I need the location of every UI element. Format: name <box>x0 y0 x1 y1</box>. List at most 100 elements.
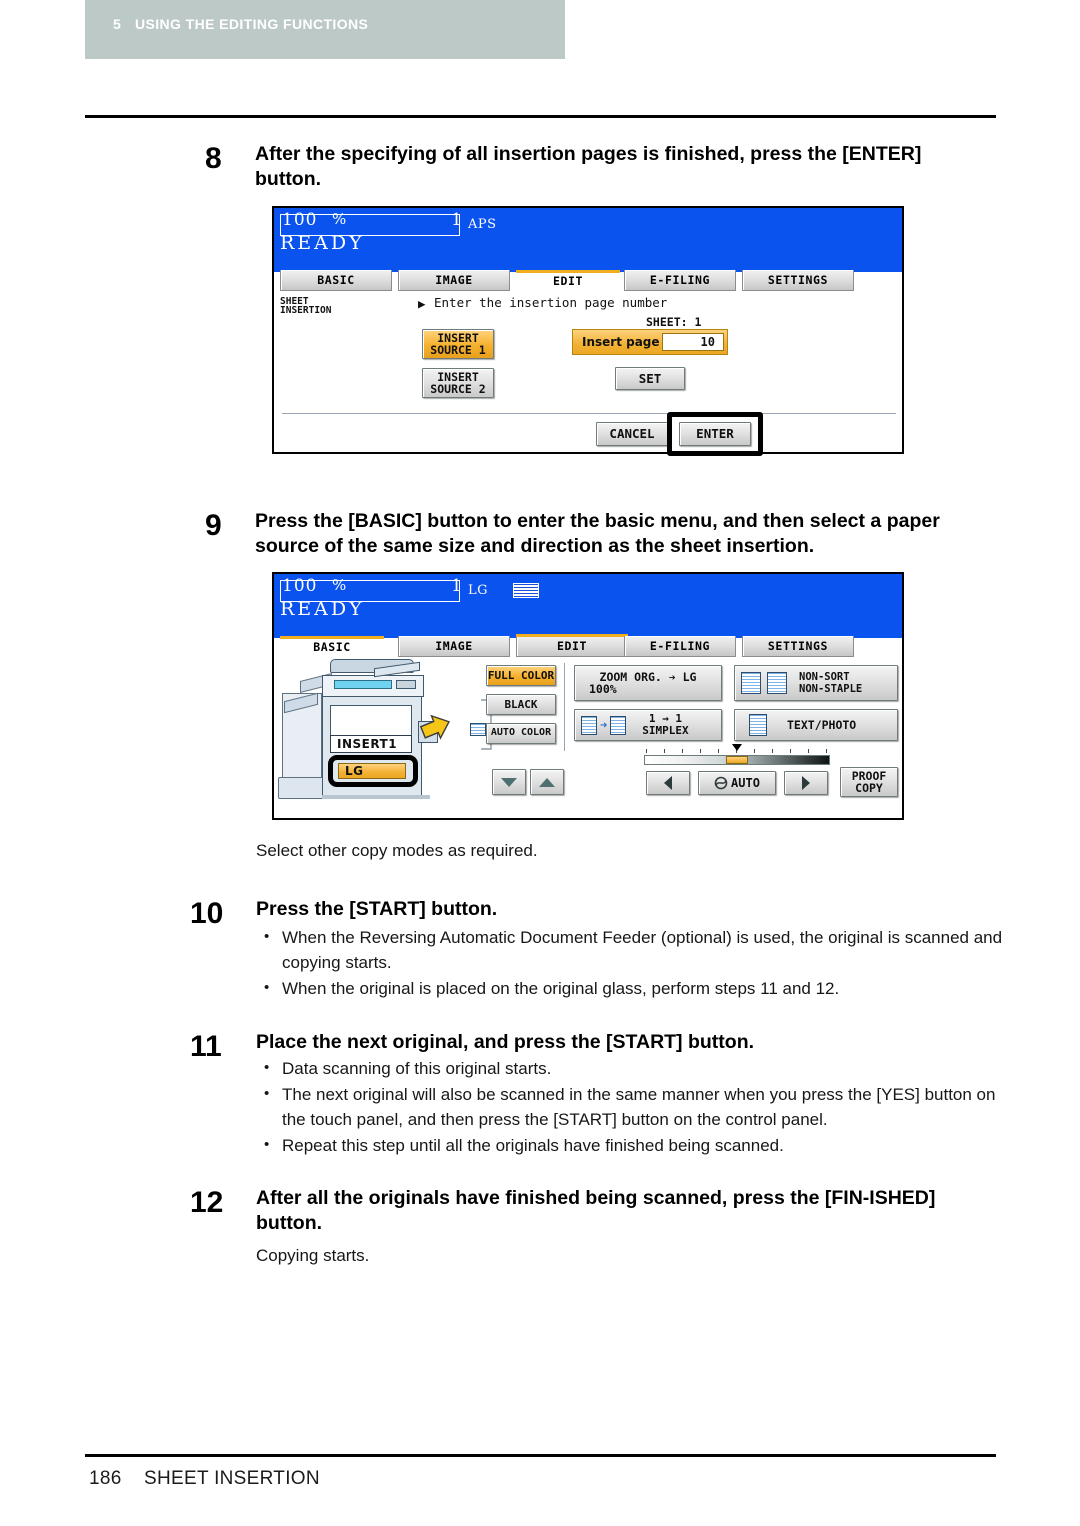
drawer-insert1-label: INSERT1 <box>330 735 412 753</box>
touch-panel-basic[interactable]: 100 % 1 LG READY BASIC IMAGE EDIT E-FILI… <box>272 572 904 820</box>
zoom-button-value: 100% <box>589 682 617 696</box>
chevron-down-icon <box>501 777 517 787</box>
tab-edit-2-label: EDIT <box>556 639 588 653</box>
tab-efiling[interactable]: E-FILING <box>624 270 736 291</box>
edit-divider <box>282 413 896 414</box>
basic-copy-count: 1 <box>451 576 462 596</box>
tab-basic-accent <box>280 636 384 639</box>
header-rule <box>85 115 996 118</box>
insert-source-1-button[interactable]: INSERT SOURCE 1 <box>422 329 494 359</box>
duplex-button[interactable]: ➜ 1 → 1 SIMPLEX <box>574 709 722 741</box>
exposure-increase-button[interactable] <box>784 771 828 795</box>
control-panel-strip <box>334 680 392 689</box>
arrow-left-icon <box>664 776 672 790</box>
tab-settings[interactable]: SETTINGS <box>742 270 854 291</box>
basic-ratio-percent: % <box>332 576 347 594</box>
step-11-number: 11 <box>190 1030 222 1063</box>
list-item: When the Reversing Automatic Document Fe… <box>256 924 1004 975</box>
chevron-up-icon <box>539 777 555 787</box>
exposure-knob[interactable] <box>726 756 748 764</box>
step-12-heading: After all the originals have finished be… <box>256 1187 936 1234</box>
cancel-button[interactable]: CANCEL <box>596 422 668 446</box>
exposure-decrease-button[interactable] <box>646 771 690 795</box>
exposure-slider[interactable] <box>644 744 830 769</box>
insert-page-value[interactable]: 10 <box>662 333 724 351</box>
full-color-button[interactable]: FULL COLOR <box>486 665 556 686</box>
tab-settings-2[interactable]: SETTINGS <box>742 636 854 657</box>
list-item: Repeat this step until all the originals… <box>256 1132 1008 1158</box>
duplex-arrow-icon: ➜ <box>600 717 608 732</box>
edit-copy-count: 1 <box>451 210 462 230</box>
list-item: The next original will also be scanned i… <box>256 1081 1008 1132</box>
list-item: Data scanning of this original starts. <box>256 1055 1008 1081</box>
tab-basic-label: BASIC <box>317 273 355 287</box>
simplex-source-page-icon <box>581 715 597 735</box>
edit-ratio-value: 100 <box>282 210 318 230</box>
enter-button-highlight <box>667 412 763 456</box>
basic-ratio-value: 100 <box>282 576 318 596</box>
tab-image[interactable]: IMAGE <box>398 270 510 291</box>
insert-source-2-button[interactable]: INSERT SOURCE 2 <box>422 368 494 398</box>
step-10-bullets: When the Reversing Automatic Document Fe… <box>256 924 1004 1002</box>
guide-text: Enter the insertion page number <box>434 295 668 310</box>
step-9-heading: Press the [BASIC] button to enter the ba… <box>255 510 940 557</box>
drawer-lg-highlight <box>328 755 418 787</box>
footer: 186 SHEET INSERTION <box>89 1468 320 1490</box>
copier-illustration: INSERT1 LG <box>278 659 478 814</box>
tab-image-2[interactable]: IMAGE <box>398 636 510 657</box>
control-panel-keys <box>396 680 416 689</box>
tab-settings-label: SETTINGS <box>767 273 829 287</box>
tab-efiling-2[interactable]: E-FILING <box>624 636 736 657</box>
tab-efiling-label: E-FILING <box>649 273 711 287</box>
finishing-button[interactable]: NON-SORT NON-STAPLE <box>734 665 898 701</box>
step-8-heading: After the specifying of all insertion pa… <box>255 143 922 190</box>
insert-page-label: Insert page <box>582 335 660 349</box>
exposure-auto-label: AUTO <box>731 775 760 790</box>
edit-ratio-percent: % <box>332 210 347 228</box>
copier-front-panel <box>330 705 412 739</box>
basic-status-bar: 100 % 1 LG READY <box>274 574 902 638</box>
zoom-button[interactable]: ZOOM ORG. ➔ LG 100% <box>574 665 722 701</box>
insert-page-field[interactable]: Insert page : 10 <box>572 329 728 355</box>
set-button[interactable]: SET <box>615 367 685 390</box>
step-11-heading: Place the next original, and press the [… <box>256 1031 755 1053</box>
step-10-heading: Press the [START] button. <box>256 898 498 920</box>
tab-settings-2-label: SETTINGS <box>767 639 829 653</box>
tab-basic-2[interactable]: BASIC <box>280 636 384 659</box>
touch-panel-edit[interactable]: 100 % 1 APS READY BASIC IMAGE EDIT E-FIL… <box>272 206 904 456</box>
proof-copy-button[interactable]: PROOF COPY <box>840 767 898 797</box>
tray-up-button[interactable] <box>530 769 564 795</box>
edit-body: SHEET INSERTION ▶ Enter the insertion pa… <box>274 293 902 456</box>
tray-down-button[interactable] <box>492 769 526 795</box>
exposure-auto-button[interactable]: AUTO <box>698 771 776 795</box>
sort-stack-icon-2 <box>767 672 787 694</box>
basic-ready-text: READY <box>280 598 365 620</box>
step-12-number: 12 <box>190 1186 224 1219</box>
black-mode-button[interactable]: BLACK <box>486 694 556 715</box>
tab-edit[interactable]: EDIT <box>516 270 620 293</box>
arrow-right-icon <box>802 776 810 790</box>
original-mode-label: TEXT/PHOTO <box>787 717 857 732</box>
text-photo-icon <box>749 714 767 736</box>
auto-color-button[interactable]: AUTO COLOR <box>486 723 556 744</box>
duplex-mode-label: 1 → 1 SIMPLEX <box>626 713 688 737</box>
chapter-number: 5 <box>113 16 122 32</box>
tab-edit-2[interactable]: EDIT <box>516 634 628 657</box>
list-item: When the original is placed on the origi… <box>256 975 1004 1001</box>
simplex-target-page-icon <box>610 715 627 735</box>
tab-efiling-2-label: E-FILING <box>649 639 711 653</box>
function-label-line2: INSERTION <box>280 305 332 316</box>
tab-basic[interactable]: BASIC <box>280 270 392 291</box>
step-8-number: 8 <box>205 142 222 175</box>
basic-body: INSERT1 LG FULL COLOR BLACK AUTO COLOR Z… <box>274 659 902 818</box>
hand-pointer-icon <box>419 714 450 740</box>
sheet-counter: SHEET: 1 <box>646 315 702 329</box>
step-11-bullets: Data scanning of this original starts. T… <box>256 1055 1008 1159</box>
tab-image-2-label: IMAGE <box>435 639 473 653</box>
auto-exposure-icon <box>714 776 728 790</box>
footer-rule <box>85 1454 996 1457</box>
tab-edit-accent <box>516 270 620 273</box>
step-9-note: Select other copy modes as required. <box>256 841 538 860</box>
original-mode-button[interactable]: TEXT/PHOTO <box>734 709 898 741</box>
basic-tab-bar: BASIC IMAGE EDIT E-FILING SETTINGS <box>274 634 902 659</box>
